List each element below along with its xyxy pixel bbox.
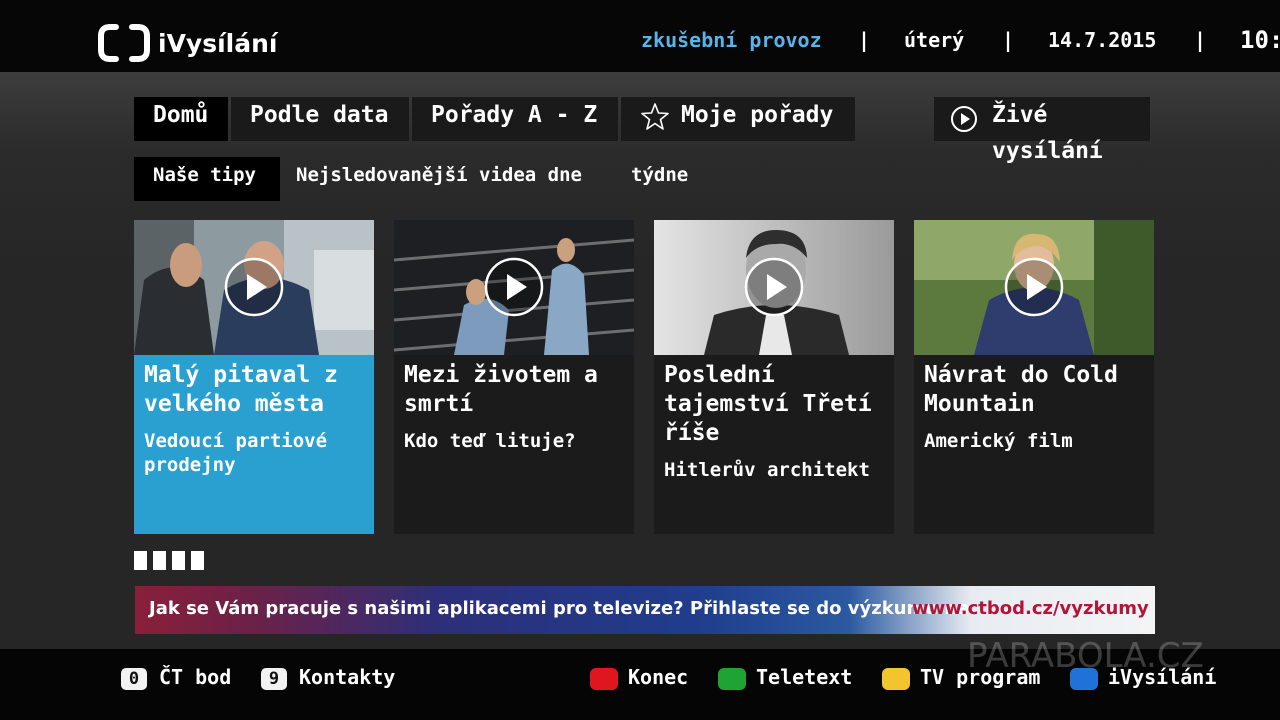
card-subtitle: Kdo teď lituje? [404, 430, 576, 452]
date-label: 14.7.2015 [1048, 28, 1157, 52]
video-card[interactable]: Poslední tajemství Třetí říše Hitlerův a… [654, 220, 894, 534]
separator: | [1002, 28, 1015, 52]
subtab-label: Nejsledovanější videa dne [296, 164, 582, 186]
play-icon [951, 106, 977, 132]
subtab-our-tips[interactable]: Naše tipy [134, 157, 280, 201]
mode-label: zkušební provoz [641, 28, 822, 52]
tab-label: Moje pořady [681, 102, 834, 128]
subtab-most-watched-day[interactable]: Nejsledovanější videa dne [296, 157, 582, 201]
logo-text: iVysílání [158, 28, 278, 58]
subtab-week[interactable]: týdne [631, 157, 688, 201]
card-subtitle: Americký film [924, 430, 1073, 452]
card-title: Malý pitaval z velkého města [144, 362, 338, 417]
tab-shows-a-z[interactable]: Pořady A - Z [412, 97, 618, 141]
card-title: Poslední tajemství Třetí říše [664, 362, 872, 446]
pager [134, 551, 204, 570]
play-icon [1004, 257, 1064, 317]
number-key-icon: 0 [121, 667, 147, 690]
play-icon [744, 257, 804, 317]
green-key-icon [718, 668, 746, 690]
ct-logo: iVysílání [98, 24, 277, 62]
banner-text: Jak se Vám pracuje s našimi aplikacemi p… [149, 598, 970, 619]
yellow-key-icon [882, 668, 910, 690]
separator: | [1194, 28, 1207, 52]
pager-dot[interactable] [153, 551, 166, 570]
tab-live-broadcast[interactable]: Živé vysílání [934, 97, 1150, 164]
number-key-icon: 9 [261, 667, 287, 690]
key-teletext[interactable]: Teletext [756, 665, 852, 689]
survey-banner[interactable]: Jak se Vám pracuje s našimi aplikacemi p… [135, 586, 1155, 634]
subtab-label: Naše tipy [153, 164, 256, 186]
key-contacts[interactable]: 9 Kontakty [261, 665, 395, 690]
card-title: Návrat do Cold Mountain [924, 362, 1118, 417]
key-ct-bod[interactable]: 0 ČT bod [121, 665, 231, 690]
subtab-label: týdne [631, 164, 689, 186]
video-thumbnail [394, 220, 634, 355]
tab-my-shows[interactable]: Moje pořady [621, 97, 855, 141]
video-thumbnail [914, 220, 1154, 355]
video-card[interactable]: Mezi životem a smrtí Kdo teď lituje? [394, 220, 634, 534]
time-label: 10: [1240, 26, 1280, 54]
separator: | [858, 28, 871, 52]
play-icon [224, 257, 284, 317]
video-thumbnail [134, 220, 374, 355]
key-exit[interactable]: Konec [628, 665, 688, 689]
tab-label: Pořady A - Z [431, 102, 598, 128]
red-key-icon [590, 668, 618, 690]
pager-dot[interactable] [191, 551, 204, 570]
watermark: PARABOLA.CZ [967, 636, 1204, 676]
tab-by-date[interactable]: Podle data [231, 97, 409, 141]
tab-home[interactable]: Domů [134, 97, 228, 141]
ct-logo-icon [98, 24, 150, 62]
card-subtitle: Hitlerův architekt [664, 459, 870, 481]
day-label: úterý [904, 28, 965, 52]
card-title: Mezi životem a smrtí [404, 362, 598, 417]
tab-label: Domů [153, 102, 209, 128]
key-label: ČT bod [159, 665, 232, 689]
video-thumbnail [654, 220, 894, 355]
pager-dot[interactable] [134, 551, 147, 570]
tab-label: Živé vysílání [992, 102, 1103, 164]
play-icon [484, 257, 544, 317]
pager-dot[interactable] [172, 551, 185, 570]
key-label: Kontakty [299, 665, 396, 689]
banner-link[interactable]: www.ctbod.cz/vyzkumy [912, 598, 1149, 619]
video-card[interactable]: Návrat do Cold Mountain Americký film [914, 220, 1154, 534]
star-icon [641, 103, 669, 130]
top-bar: iVysílání zkušební provoz | úterý | 14.7… [0, 0, 1280, 72]
tab-label: Podle data [250, 102, 389, 128]
video-card[interactable]: Malý pitaval z velkého města Vedoucí par… [134, 220, 374, 534]
card-subtitle: Vedoucí partiové prodejny [144, 430, 328, 476]
